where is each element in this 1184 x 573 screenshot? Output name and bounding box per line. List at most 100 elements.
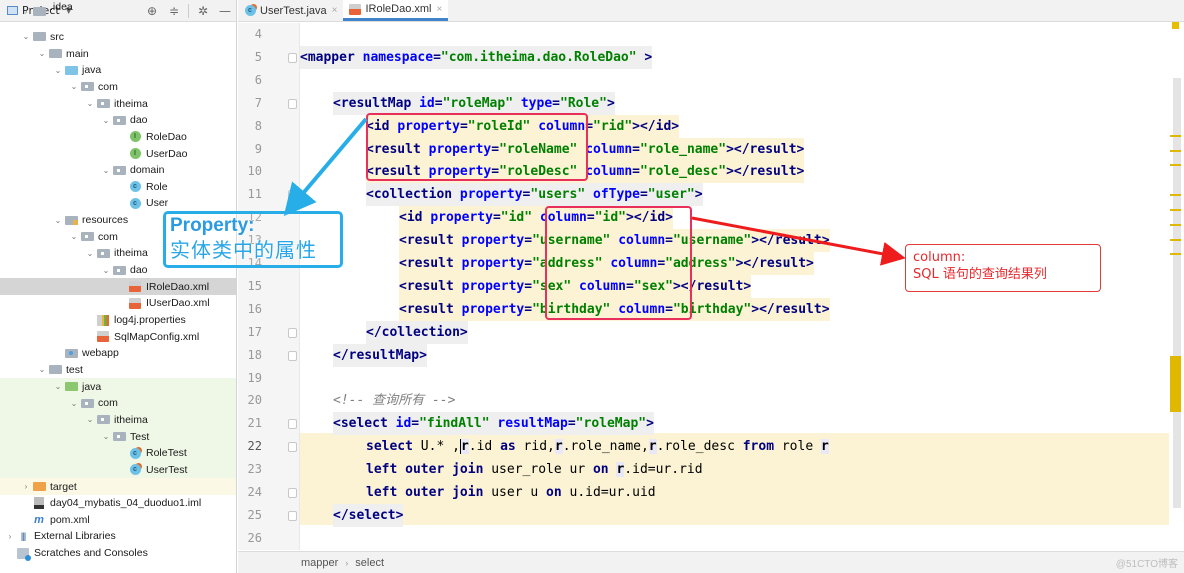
scrollbar-marker[interactable] bbox=[1170, 194, 1181, 196]
fold-marker-icon[interactable] bbox=[288, 52, 297, 63]
chevron-down-icon[interactable]: ⌄ bbox=[68, 232, 80, 241]
fold-marker-icon[interactable] bbox=[288, 419, 297, 430]
tree-item-scratches-and-consoles[interactable]: Scratches and Consoles bbox=[0, 545, 236, 562]
tab-usertest-java[interactable]: c UserTest.java × bbox=[238, 0, 343, 21]
vertical-scrollbar[interactable] bbox=[1173, 78, 1181, 508]
chevron-right-icon[interactable]: › bbox=[4, 532, 16, 541]
tree-item-main[interactable]: ⌄ main bbox=[0, 45, 236, 62]
code-token-attr: property bbox=[461, 256, 525, 271]
scrollbar-marker[interactable] bbox=[1170, 150, 1181, 152]
code-token-tag: = bbox=[552, 95, 560, 111]
scrollbar-marker[interactable] bbox=[1170, 209, 1181, 211]
tree-item-domain[interactable]: ⌄ domain bbox=[0, 162, 236, 179]
code-token-tag: <resultMap bbox=[333, 95, 420, 111]
tree-item-iuserdao-xml[interactable]: IUserDao.xml bbox=[0, 295, 236, 312]
interface-icon: I bbox=[128, 131, 142, 143]
line-number: 20 bbox=[247, 393, 262, 408]
scrollbar-marker[interactable] bbox=[1170, 253, 1181, 255]
tree-item-label: pom.xml bbox=[50, 513, 90, 526]
scrollbar-marker[interactable] bbox=[1170, 239, 1181, 241]
code-token-sql: rid, bbox=[515, 439, 555, 455]
fold-marker-icon[interactable] bbox=[288, 98, 297, 109]
tree-item-label: webapp bbox=[82, 347, 119, 360]
tree-item-itheima[interactable]: ⌄ itheima bbox=[0, 411, 236, 429]
tree-item-src[interactable]: ⌄ src bbox=[0, 29, 236, 46]
chevron-right-icon[interactable]: › bbox=[20, 482, 32, 491]
tree-item-user[interactable]: c User bbox=[0, 195, 236, 212]
tree-item-test[interactable]: ⌄ test bbox=[0, 362, 236, 379]
tree-item-label: IRoleDao.xml bbox=[146, 280, 210, 293]
chevron-right-icon[interactable]: › bbox=[20, 7, 32, 16]
fold-marker-icon[interactable] bbox=[288, 488, 297, 498]
code-token-sql: u.id=ur.uid bbox=[561, 485, 656, 500]
tree-item-roletest[interactable]: c RoleTest bbox=[0, 444, 236, 462]
tree-item-label: Scratches and Consoles bbox=[34, 547, 148, 560]
line-number: 11 bbox=[247, 187, 262, 202]
chevron-down-icon[interactable]: ⌄ bbox=[68, 399, 80, 408]
tree-item-log4j-properties[interactable]: log4j.properties bbox=[0, 312, 236, 329]
chevron-down-icon[interactable]: ⌄ bbox=[68, 82, 80, 91]
tree-item-java[interactable]: ⌄ java bbox=[0, 378, 236, 395]
chevron-down-icon[interactable]: ⌄ bbox=[100, 166, 112, 175]
code-token-tag: > bbox=[606, 95, 615, 111]
tree-item-label: com bbox=[98, 230, 118, 243]
chevron-down-icon[interactable]: ⌄ bbox=[84, 99, 96, 108]
chevron-down-icon[interactable]: ⌄ bbox=[84, 415, 96, 424]
chevron-down-icon[interactable]: ⌄ bbox=[84, 249, 96, 258]
close-icon[interactable]: × bbox=[332, 5, 338, 16]
code-token-tag: = bbox=[411, 416, 420, 432]
chevron-down-icon[interactable]: ⌄ bbox=[36, 49, 48, 58]
fold-marker-icon[interactable] bbox=[288, 327, 297, 338]
chevron-down-icon[interactable]: ⌄ bbox=[100, 116, 112, 125]
tree-item-label: resources bbox=[82, 214, 129, 227]
tree-item-usertest[interactable]: c UserTest bbox=[0, 461, 236, 479]
tab-irole-dao-xml[interactable]: IRoleDao.xml × bbox=[343, 0, 449, 21]
chevron-down-icon[interactable]: ⌄ bbox=[52, 216, 64, 225]
tree-item-target[interactable]: › target bbox=[0, 478, 236, 495]
fold-marker-icon[interactable] bbox=[288, 350, 297, 361]
fold-marker-icon[interactable] bbox=[288, 442, 297, 453]
close-icon[interactable]: × bbox=[437, 4, 443, 15]
inspection-status-icon[interactable] bbox=[1172, 22, 1179, 29]
property-callout: Property: 实体类中的属性 bbox=[163, 211, 343, 268]
package-icon bbox=[112, 431, 126, 442]
fold-marker-icon[interactable] bbox=[288, 190, 297, 201]
tree-item-test[interactable]: ⌄ Test bbox=[0, 428, 236, 445]
editor-tabs: c UserTest.java × IRoleDao.xml × bbox=[238, 0, 1184, 22]
tree-item-java[interactable]: ⌄ java bbox=[0, 62, 236, 79]
chevron-down-icon[interactable]: ⌄ bbox=[36, 365, 48, 374]
chevron-down-icon[interactable]: ⌄ bbox=[52, 66, 64, 75]
code-token-tag: <mapper bbox=[300, 49, 363, 65]
breadcrumb-item-select[interactable]: select bbox=[355, 557, 384, 569]
chevron-down-icon[interactable]: ⌄ bbox=[52, 382, 64, 391]
tree-item-itheima[interactable]: ⌄ itheima bbox=[0, 95, 236, 112]
scrollbar-marker[interactable] bbox=[1170, 224, 1181, 226]
breadcrumb-item-mapper[interactable]: mapper bbox=[301, 557, 338, 569]
line-number: 25 bbox=[247, 507, 262, 522]
tree-item-com[interactable]: ⌄ com bbox=[0, 394, 236, 412]
tree-item-webapp[interactable]: webapp bbox=[0, 345, 236, 362]
tree-item--idea[interactable]: › .idea bbox=[0, 1, 236, 20]
code-line-24: left outer join user u on u.id=ur.uid bbox=[366, 481, 656, 504]
tree-item-com[interactable]: ⌄ com bbox=[0, 79, 236, 96]
scrollbar-marker[interactable] bbox=[1170, 164, 1181, 166]
tree-item-dao[interactable]: ⌄ dao bbox=[0, 112, 236, 129]
chevron-down-icon[interactable]: ⌄ bbox=[100, 432, 112, 441]
code-line-22: select U.* ,r.id as rid,r.role_name,r.ro… bbox=[366, 435, 829, 458]
tree-item-userdao[interactable]: I UserDao bbox=[0, 145, 236, 162]
code-token-tag: </collection> bbox=[366, 324, 468, 340]
tree-item-external-libraries[interactable]: › ||| External Libraries bbox=[0, 528, 236, 545]
code-token-attr: id bbox=[395, 416, 412, 432]
tree-item-iroledao-xml[interactable]: IRoleDao.xml bbox=[0, 278, 236, 296]
tree-item-label: java bbox=[82, 64, 102, 77]
code-token-tag: <collection bbox=[366, 187, 460, 203]
fold-marker-icon[interactable] bbox=[288, 510, 297, 521]
chevron-down-icon[interactable]: ⌄ bbox=[100, 266, 112, 275]
tree-item-roledao[interactable]: I RoleDao bbox=[0, 129, 236, 146]
tree-item-pom-xml[interactable]: m pom.xml bbox=[0, 512, 236, 529]
chevron-down-icon[interactable]: ⌄ bbox=[20, 32, 32, 41]
tree-item-day04-mybatis-04-duoduo1-iml[interactable]: day04_mybatis_04_duoduo1.iml bbox=[0, 495, 236, 512]
scrollbar-marker[interactable] bbox=[1170, 135, 1181, 137]
tree-item-role[interactable]: c Role bbox=[0, 179, 236, 196]
tree-item-sqlmapconfig-xml[interactable]: SqlMapConfig.xml bbox=[0, 328, 236, 345]
